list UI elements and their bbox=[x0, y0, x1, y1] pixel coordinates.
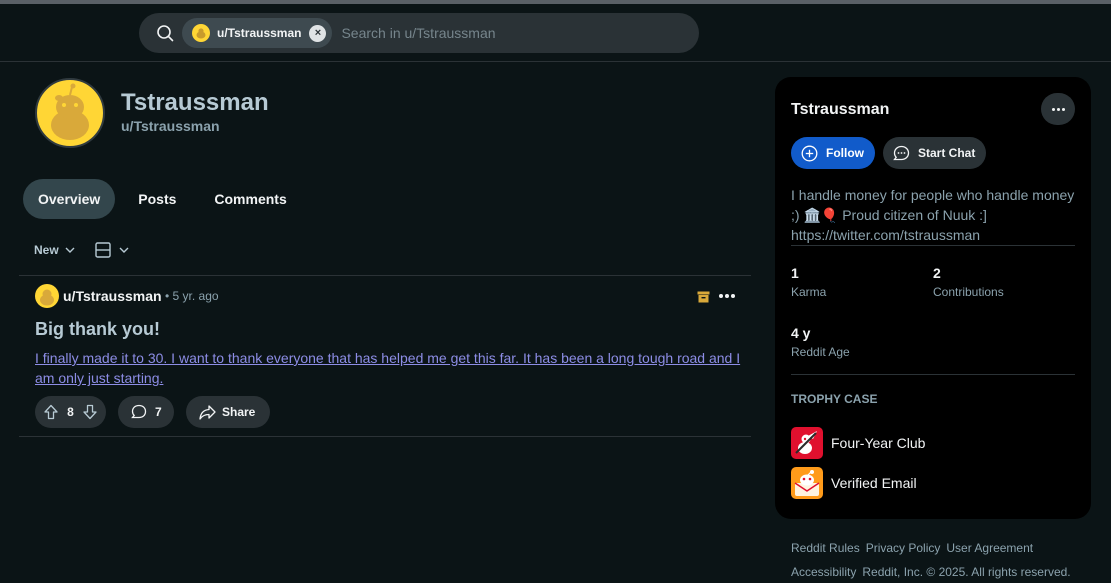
profile-sidebar: Tstraussman Follow Start Chat I handle m… bbox=[775, 77, 1091, 519]
post-author[interactable]: u/Tstraussman bbox=[63, 288, 162, 304]
tab-comments[interactable]: Comments bbox=[199, 179, 301, 219]
chat-icon bbox=[893, 145, 910, 160]
comment-icon bbox=[131, 404, 147, 419]
card-view-icon bbox=[94, 242, 111, 258]
share-button[interactable]: Share bbox=[186, 396, 270, 428]
sidebar-divider bbox=[791, 374, 1075, 375]
chevron-down-icon bbox=[119, 247, 129, 253]
footer-link-privacy[interactable]: Privacy Policy bbox=[866, 541, 941, 555]
sidebar-divider bbox=[791, 245, 1075, 246]
share-label: Share bbox=[222, 405, 256, 419]
plus-circle-icon bbox=[801, 145, 818, 161]
karma-stat: 1 Karma bbox=[791, 265, 826, 299]
tab-posts[interactable]: Posts bbox=[123, 179, 191, 219]
trophy-item: Verified Email bbox=[791, 467, 917, 499]
reddit-age-value: 4 y bbox=[791, 325, 811, 341]
feed-controls: New bbox=[34, 242, 149, 258]
follow-label: Follow bbox=[826, 146, 864, 160]
search-icon bbox=[156, 24, 174, 42]
profile-avatar bbox=[35, 78, 105, 148]
chat-label: Start Chat bbox=[918, 146, 976, 160]
verified-email-icon bbox=[791, 467, 823, 499]
downvote-icon[interactable] bbox=[82, 404, 98, 420]
vote-count: 8 bbox=[67, 405, 74, 419]
post-title[interactable]: Big thank you! bbox=[35, 319, 160, 340]
footer-link-accessibility[interactable]: Accessibility bbox=[791, 565, 856, 579]
trophy-name: Four-Year Club bbox=[831, 435, 926, 451]
trophy-name: Verified Email bbox=[831, 475, 917, 491]
post-divider bbox=[19, 436, 751, 437]
profile-tabs: Overview Posts Comments bbox=[23, 179, 310, 219]
sidebar-name: Tstraussman bbox=[791, 101, 890, 118]
chevron-down-icon bbox=[65, 247, 75, 253]
reddit-age-stat: 4 y Reddit Age bbox=[791, 325, 850, 359]
search-bar[interactable]: u/Tstraussman × Search in u/Tstraussman bbox=[139, 13, 699, 53]
post-timestamp: • 5 yr. ago bbox=[165, 289, 219, 303]
post-more-options-icon[interactable] bbox=[719, 294, 735, 298]
chip-label: u/Tstraussman bbox=[217, 26, 302, 40]
vote-group: 8 bbox=[35, 396, 106, 428]
sort-dropdown[interactable]: New bbox=[34, 243, 75, 257]
contributions-stat: 2 Contributions bbox=[933, 265, 1004, 299]
comment-count: 7 bbox=[155, 405, 162, 419]
footer-copyright: Reddit, Inc. © 2025. All rights reserved… bbox=[862, 565, 1071, 579]
karma-label: Karma bbox=[791, 285, 827, 299]
start-chat-button[interactable]: Start Chat bbox=[883, 137, 986, 169]
footer: Reddit Rules Privacy Policy User Agreement… bbox=[791, 536, 1091, 583]
header-bar: u/Tstraussman × Search in u/Tstraussman bbox=[0, 4, 1111, 62]
post-author-avatar[interactable] bbox=[35, 284, 59, 308]
archive-icon bbox=[697, 290, 710, 308]
upvote-icon[interactable] bbox=[43, 404, 59, 420]
search-scope-chip[interactable]: u/Tstraussman × bbox=[182, 18, 333, 48]
close-icon[interactable]: × bbox=[309, 24, 327, 42]
karma-value: 1 bbox=[791, 265, 799, 281]
tab-overview[interactable]: Overview bbox=[23, 179, 116, 219]
sort-label: New bbox=[34, 243, 59, 257]
reddit-age-label: Reddit Age bbox=[791, 345, 850, 359]
profile-username: u/Tstraussman bbox=[121, 118, 220, 134]
profile-bio: I handle money for people who handle mon… bbox=[791, 187, 1075, 243]
contributions-label: Contributions bbox=[933, 285, 1004, 299]
comments-button[interactable]: 7 bbox=[118, 396, 174, 428]
post-body[interactable]: I finally made it to 30. I want to thank… bbox=[35, 348, 741, 388]
view-dropdown[interactable] bbox=[94, 242, 129, 258]
trophy-case-heading: TROPHY CASE bbox=[791, 392, 878, 406]
footer-link-user-agreement[interactable]: User Agreement bbox=[946, 541, 1033, 555]
follow-button[interactable]: Follow bbox=[791, 137, 875, 169]
share-icon bbox=[199, 405, 216, 420]
feed-divider bbox=[19, 275, 751, 276]
sidebar-more-icon[interactable] bbox=[1041, 93, 1075, 125]
trophy-item: Four-Year Club bbox=[791, 427, 925, 459]
four-year-club-icon bbox=[791, 427, 823, 459]
search-input[interactable]: Search in u/Tstraussman bbox=[341, 25, 495, 41]
footer-link-rules[interactable]: Reddit Rules bbox=[791, 541, 860, 555]
contributions-value: 2 bbox=[933, 265, 941, 281]
chip-avatar bbox=[192, 24, 210, 42]
profile-display-name: Tstraussman bbox=[121, 89, 269, 116]
